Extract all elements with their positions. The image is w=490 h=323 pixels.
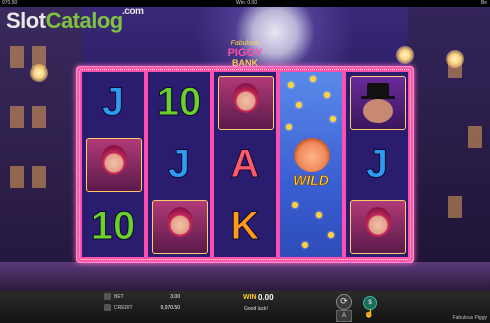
gold-coin [330, 116, 336, 122]
reel-5: J [346, 72, 408, 257]
gold-coin [316, 212, 322, 218]
hand-icon[interactable]: ☝ [361, 309, 377, 319]
lady-symbol [86, 138, 142, 192]
building-window [468, 126, 482, 148]
lady-portrait-icon [365, 207, 391, 237]
gold-coin [286, 124, 292, 130]
credit-value: 9,970.50 [160, 305, 180, 311]
credit-label: CREDIT [114, 305, 133, 311]
building-right [408, 6, 490, 286]
status-message: Good luck! [244, 306, 268, 312]
lady-symbol [218, 76, 274, 130]
gold-coin [288, 82, 294, 88]
top-balance-value: 970.50 [2, 0, 18, 6]
lady-symbol [152, 200, 208, 254]
gold-coin [292, 202, 298, 208]
pig-face-icon [363, 99, 393, 123]
watermark-slot: Slot [6, 8, 46, 33]
lady-portrait-icon [101, 145, 127, 175]
pig-boss-symbol [350, 76, 406, 130]
game-name-label: Fabulous Piggy [452, 315, 487, 321]
win-label: WIN [243, 294, 257, 301]
building-window [448, 196, 462, 218]
card-symbol: J [101, 79, 125, 124]
top-hat-icon [367, 83, 389, 97]
card-symbol: J [167, 141, 191, 186]
bet-value: 3.00 [170, 294, 180, 300]
street-lamp [446, 50, 464, 68]
spin-button[interactable]: ⟳ [336, 294, 352, 310]
gold-coin [302, 242, 308, 248]
building-window [10, 166, 24, 188]
card-symbol: A [230, 141, 260, 186]
wallet-icon [104, 304, 111, 311]
watermark-catalog: Catalog [45, 8, 124, 33]
win-value: 0.00 [258, 293, 274, 302]
gold-coin [310, 76, 316, 82]
credit-row: CREDIT 9,970.50 [104, 304, 182, 312]
piggy-icon [294, 138, 330, 172]
lady-portrait-icon [233, 83, 259, 113]
card-symbol: K [230, 203, 260, 248]
watermark-dotcom: .com [122, 6, 144, 17]
coins-icon [104, 293, 111, 300]
street-lamp [30, 64, 48, 82]
card-symbol: 10 [90, 203, 136, 248]
slotcatalog-watermark: SlotCatalog .com [6, 6, 144, 34]
reel-4: WILD [280, 72, 342, 257]
bet-row[interactable]: BET 3.00 [104, 293, 182, 301]
wild-label: WILD [293, 172, 329, 189]
coin-value-button[interactable]: $ [363, 296, 377, 310]
wild-symbol: WILD [282, 136, 340, 196]
building-window [32, 166, 46, 188]
card-symbol: 10 [156, 79, 202, 124]
gold-coin [324, 92, 330, 98]
building-window [10, 46, 24, 68]
reel-area: J 10 10 J A K WILD J [82, 72, 408, 257]
lady-symbol [350, 200, 406, 254]
building-window [32, 106, 46, 128]
building-window [10, 106, 24, 128]
bet-label: BET [114, 294, 124, 300]
reel-1: J 10 [82, 72, 144, 257]
card-symbol: J [365, 141, 389, 186]
building-left [0, 6, 82, 286]
top-win-label: Win: 0.00 [236, 0, 258, 6]
reel-2: 10 J [148, 72, 210, 257]
street-lamp [396, 46, 414, 64]
gold-coin [296, 102, 302, 108]
street [0, 262, 490, 292]
reel-3: AK [214, 72, 276, 257]
top-bet-label: Be [480, 0, 487, 6]
top-status-bar: 970.50 Win: 0.00 Be [0, 0, 490, 7]
autoplay-button[interactable]: A [336, 310, 352, 322]
lady-portrait-icon [167, 207, 193, 237]
gold-coin [328, 232, 334, 238]
balance-panel: BET 3.00 CREDIT 9,970.50 [104, 293, 182, 315]
